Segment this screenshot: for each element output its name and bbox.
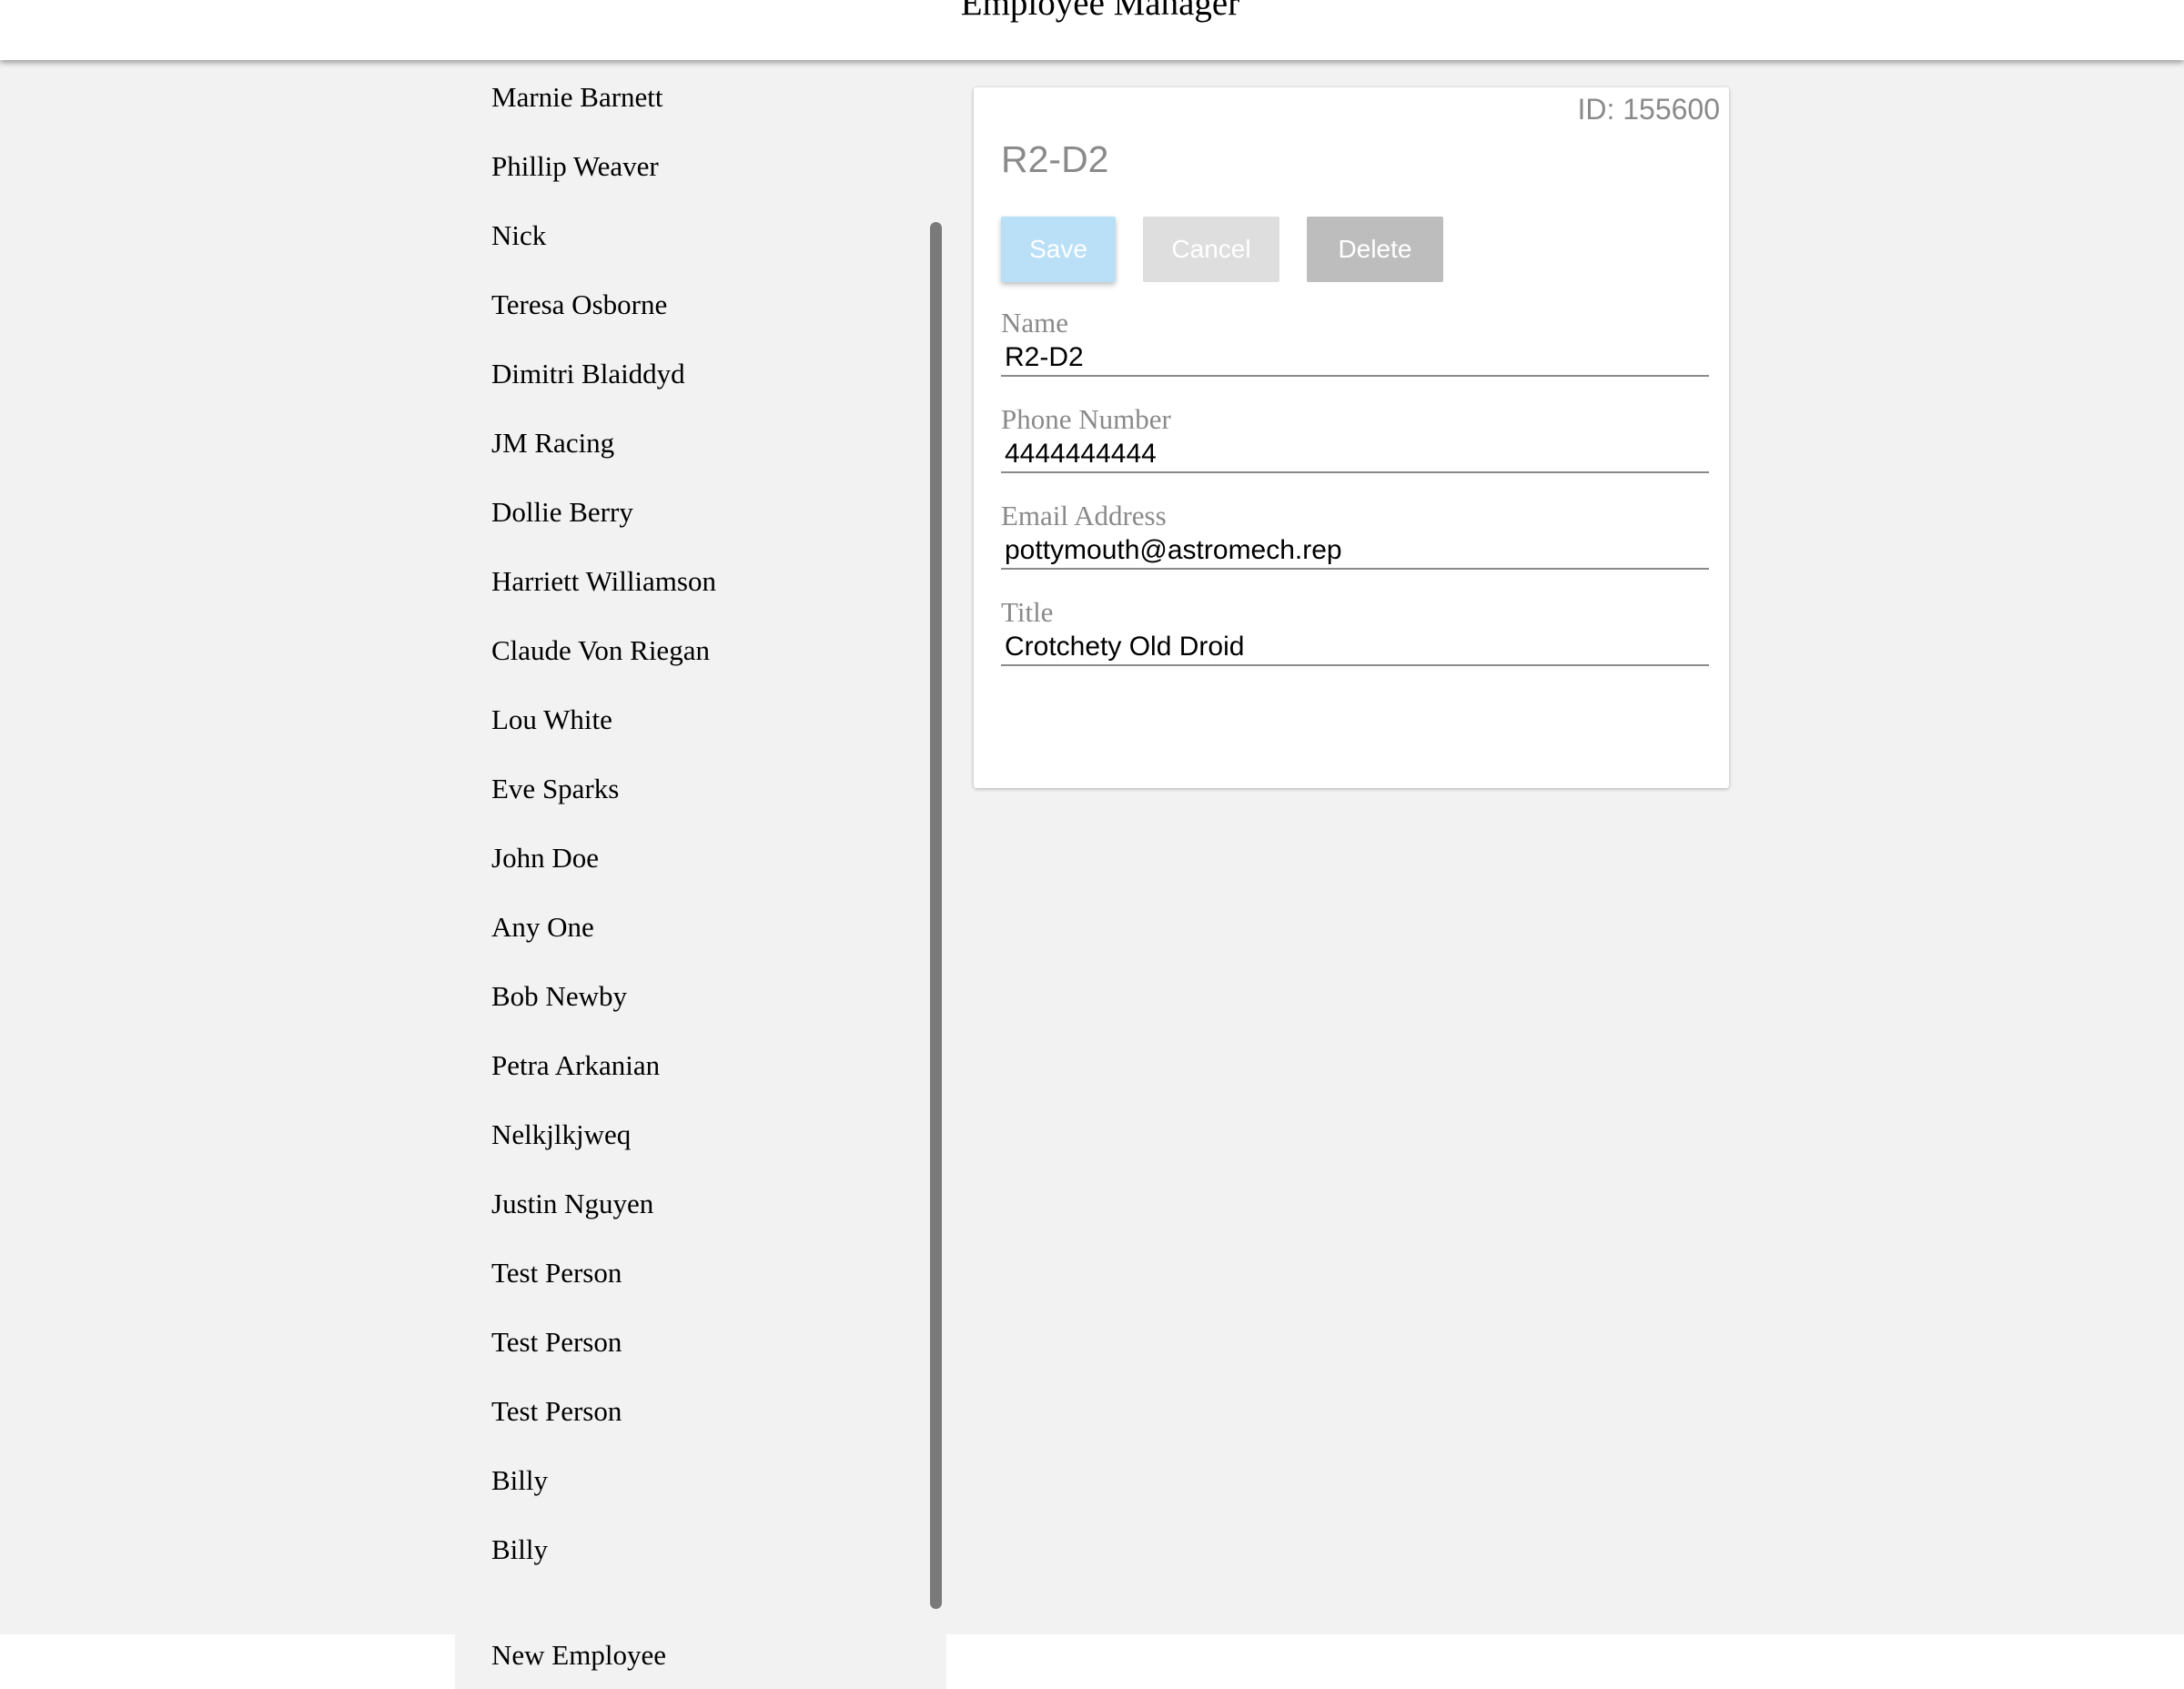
job-title-input[interactable]: [1001, 630, 1709, 666]
employee-list-scrollbar[interactable]: [930, 222, 942, 1609]
employee-list-item[interactable]: Test Person: [455, 1377, 946, 1446]
delete-button[interactable]: Delete: [1307, 217, 1443, 282]
employee-list-item[interactable]: JM Racing: [455, 409, 946, 478]
title-field-group: Title: [1001, 595, 1709, 666]
employee-list-item[interactable]: Harriett Williamson: [455, 547, 946, 616]
employee-list-item[interactable]: Eve Sparks: [455, 754, 946, 824]
employee-list-item[interactable]: Bob Newby: [455, 962, 946, 1031]
employee-list-item[interactable]: Teresa Osborne: [455, 270, 946, 339]
bottom-strip: [0, 1634, 2184, 1689]
app-title: Employee Manager: [960, 0, 1240, 23]
employee-detail-title: R2-D2: [1001, 138, 1109, 180]
employee-list-item[interactable]: Billy: [455, 1446, 946, 1515]
employee-list-item[interactable]: Lou White: [455, 685, 946, 754]
name-input[interactable]: [1001, 340, 1709, 377]
employee-list-panel: Marnie Barnett Phillip Weaver Nick Teresa O…: [455, 60, 946, 1689]
employee-list-item[interactable]: Any One: [455, 893, 946, 962]
employee-list-item[interactable]: Nelkjlkjweq: [455, 1100, 946, 1169]
email-address-input[interactable]: [1001, 533, 1709, 570]
employee-list-item[interactable]: Dimitri Blaiddyd: [455, 339, 946, 409]
job-title-label: Title: [1001, 596, 1054, 628]
app-header: Employee Manager: [0, 0, 2184, 60]
employee-list-item[interactable]: Petra Arkanian: [455, 1031, 946, 1100]
employee-id: ID: 155600: [1577, 93, 1720, 126]
employee-list-item[interactable]: Phillip Weaver: [455, 132, 946, 201]
email-field-group: Email Address: [1001, 499, 1709, 570]
employee-list-item[interactable]: Claude Von Riegan: [455, 616, 946, 685]
employee-list-item[interactable]: Marnie Barnett: [455, 63, 946, 132]
name-label: Name: [1001, 307, 1069, 339]
cancel-button[interactable]: Cancel: [1143, 217, 1279, 282]
employee-detail-card: ID: 155600 R2-D2 Save Cancel Delete Name…: [974, 87, 1729, 788]
employee-list-item[interactable]: Dollie Berry: [455, 478, 946, 547]
name-field-group: Name: [1001, 306, 1709, 377]
save-button[interactable]: Save: [1001, 217, 1116, 282]
phone-field-group: Phone Number: [1001, 402, 1709, 473]
email-address-label: Email Address: [1001, 500, 1167, 531]
employee-list-item[interactable]: Test Person: [455, 1239, 946, 1308]
employee-list-item[interactable]: Nick: [455, 201, 946, 270]
employee-list-item[interactable]: John Doe: [455, 824, 946, 893]
phone-number-input[interactable]: [1001, 437, 1709, 473]
phone-number-label: Phone Number: [1001, 403, 1171, 435]
employee-list-item[interactable]: Justin Nguyen: [455, 1169, 946, 1239]
new-employee-button[interactable]: New Employee: [455, 1622, 946, 1689]
employee-list-item[interactable]: Billy: [455, 1515, 946, 1584]
employee-list-item[interactable]: Test Person: [455, 1308, 946, 1377]
